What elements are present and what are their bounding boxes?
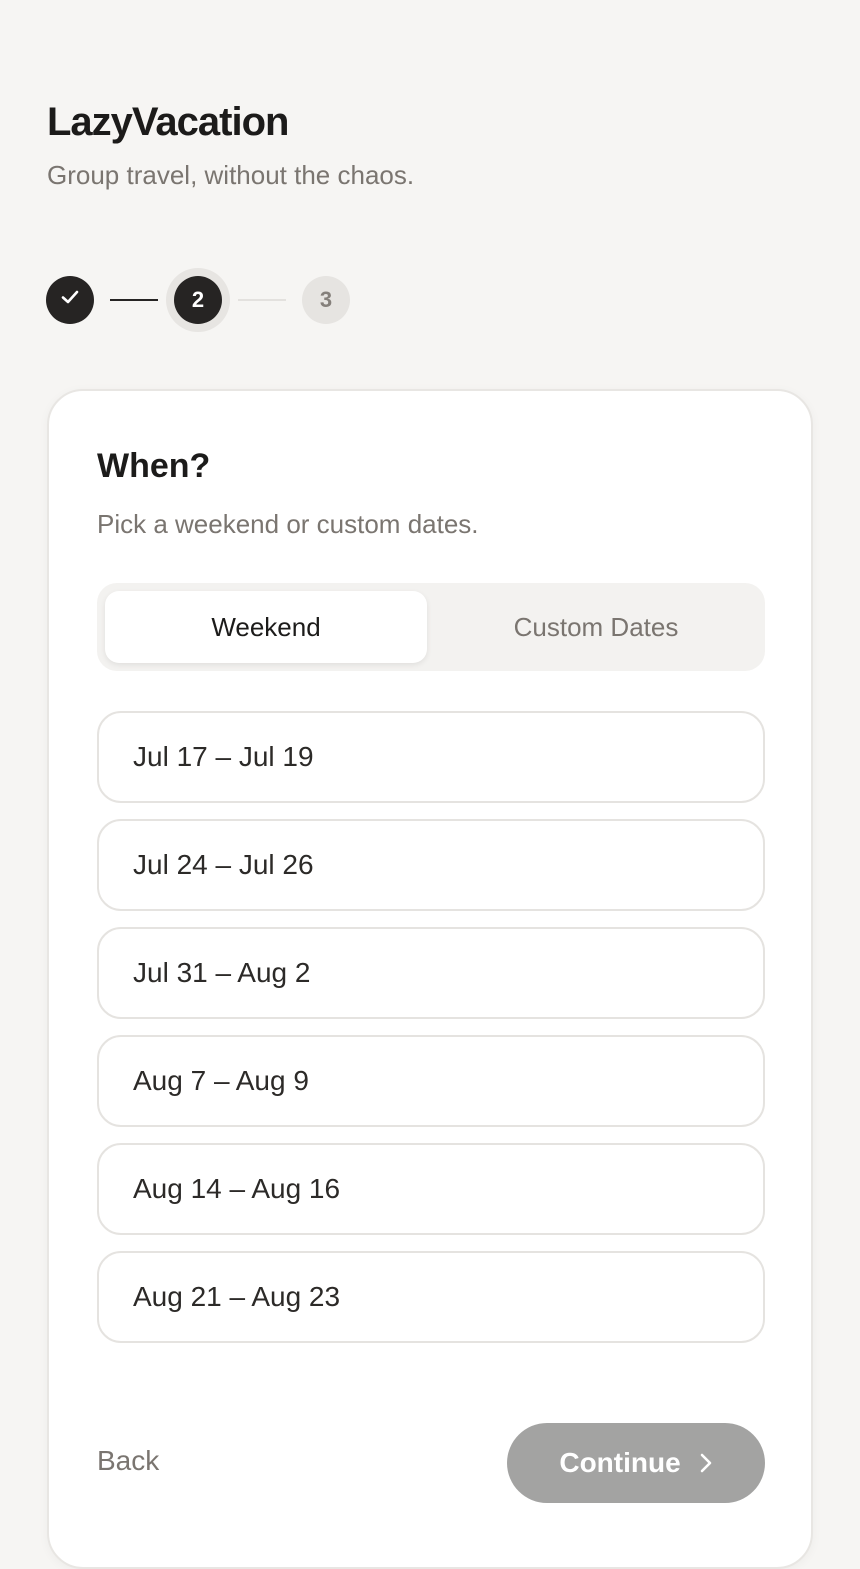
step-connector-1	[110, 299, 158, 301]
step-3-upcoming: 3	[302, 276, 350, 324]
weekend-options-list: Jul 17 – Jul 19 Jul 24 – Jul 26 Jul 31 –…	[97, 711, 765, 1359]
date-mode-toggle: Weekend Custom Dates	[97, 583, 765, 671]
continue-label: Continue	[559, 1447, 681, 1478]
date-option[interactable]: Jul 17 – Jul 19	[97, 711, 765, 803]
tab-custom-dates[interactable]: Custom Dates	[435, 591, 757, 663]
continue-button[interactable]: Continue	[507, 1423, 765, 1503]
back-button[interactable]: Back	[97, 1445, 159, 1477]
step-connector-2	[238, 299, 286, 301]
date-option[interactable]: Aug 21 – Aug 23	[97, 1251, 765, 1343]
app-tagline: Group travel, without the chaos.	[47, 160, 415, 190]
step-2-current: 2	[174, 276, 222, 324]
step-1-completed	[46, 276, 94, 324]
app-title: LazyVacation	[47, 100, 289, 144]
date-option[interactable]: Aug 14 – Aug 16	[97, 1143, 765, 1235]
date-option[interactable]: Aug 7 – Aug 9	[97, 1035, 765, 1127]
date-selection-card: When? Pick a weekend or custom dates. We…	[47, 389, 813, 1569]
chevron-right-icon	[699, 1452, 713, 1474]
card-subtitle: Pick a weekend or custom dates.	[97, 509, 479, 539]
date-option[interactable]: Jul 31 – Aug 2	[97, 927, 765, 1019]
tab-weekend[interactable]: Weekend	[105, 591, 427, 663]
check-icon	[59, 286, 81, 314]
progress-stepper: 2 3	[46, 276, 366, 324]
date-option[interactable]: Jul 24 – Jul 26	[97, 819, 765, 911]
card-title: When?	[97, 447, 211, 485]
